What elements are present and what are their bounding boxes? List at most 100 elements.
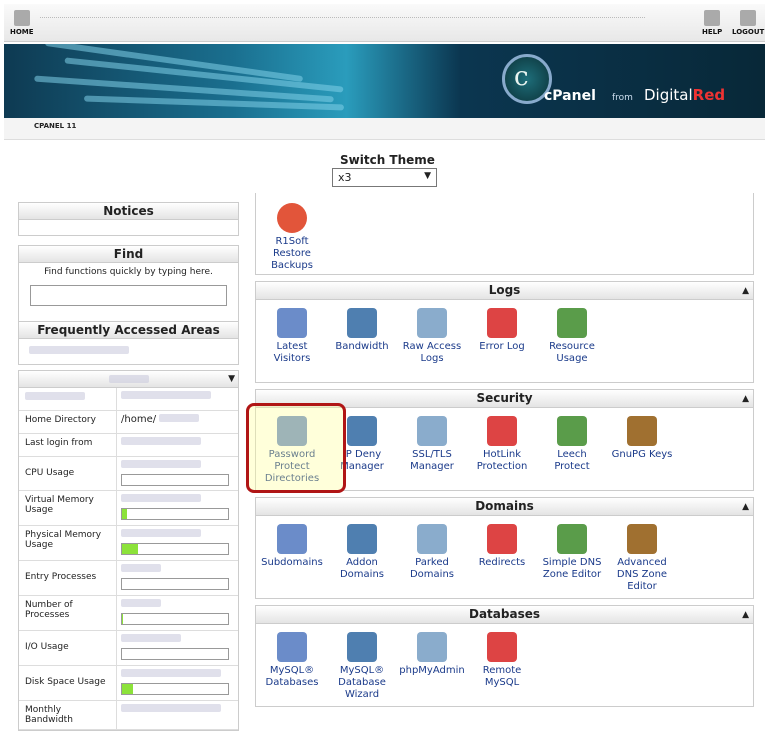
domains-item-5-icon — [627, 524, 657, 554]
databases-item-1[interactable]: MySQL® Database Wizard — [329, 632, 395, 701]
r1soft-icon — [277, 203, 307, 233]
databases-item-3[interactable]: Remote MySQL — [469, 632, 535, 689]
collapse-icon[interactable]: ▼ — [228, 371, 235, 388]
security-item-3[interactable]: HotLink Protection — [469, 416, 535, 473]
security-item-5[interactable]: GnuPG Keys — [609, 416, 675, 461]
notices-box: Notices — [18, 202, 239, 236]
databases-item-label: phpMyAdmin — [399, 665, 465, 676]
notices-title: Notices — [18, 202, 239, 220]
find-hint: Find functions quickly by typing here. — [44, 267, 213, 277]
logs-item-1-icon — [347, 308, 377, 338]
stat-row: CPU Usage — [19, 457, 238, 491]
faa-box: Frequently Accessed Areas — [18, 321, 239, 365]
find-title: Find — [18, 245, 239, 263]
security-title: Security — [476, 391, 533, 405]
security-item-label: IP Deny Manager — [340, 449, 384, 472]
domains-item-0-icon — [277, 524, 307, 554]
logs-panel: Logs ▲ Latest Visitors Bandwidth Raw Access… — [255, 281, 754, 383]
logs-item-label: Resource Usage — [549, 341, 595, 364]
top-nav: HOME HELP LOGOUT — [4, 4, 765, 42]
stat-row: Entry Processes — [19, 561, 238, 596]
domains-title: Domains — [475, 499, 534, 513]
databases-item-0-icon — [277, 632, 307, 662]
r1soft-restore-backups[interactable]: R1Soft Restore Backups — [259, 203, 325, 272]
security-item-label: GnuPG Keys — [611, 449, 673, 460]
databases-item-0[interactable]: MySQL® Databases — [259, 632, 325, 689]
logs-item-4-icon — [557, 308, 587, 338]
collapse-icon[interactable]: ▲ — [742, 283, 749, 300]
entry-bar — [121, 578, 229, 590]
pmem-bar — [121, 543, 229, 555]
security-item-label: SSL/TLS Manager — [410, 449, 454, 472]
security-item-5-icon — [627, 416, 657, 446]
logs-item-3[interactable]: Error Log — [469, 308, 535, 353]
domains-item-label: Redirects — [478, 557, 526, 568]
domains-item-3-icon — [487, 524, 517, 554]
io-bar — [121, 648, 229, 660]
logs-item-label: Latest Visitors — [273, 341, 311, 364]
logs-item-0[interactable]: Latest Visitors — [259, 308, 325, 365]
logs-item-3-icon — [487, 308, 517, 338]
domains-item-4[interactable]: Simple DNS Zone Editor — [539, 524, 605, 581]
domains-item-0[interactable]: Subdomains — [259, 524, 325, 569]
logs-item-label: Raw Access Logs — [402, 341, 462, 364]
security-item-1-icon — [347, 416, 377, 446]
logout-button[interactable]: LOGOUT — [732, 10, 764, 36]
security-item-3-icon — [487, 416, 517, 446]
databases-item-2-icon — [417, 632, 447, 662]
cpanel-logo-text: cPanel — [544, 88, 596, 104]
security-item-4[interactable]: Leech Protect — [539, 416, 605, 473]
backups-panel: R1Soft Restore Backups — [255, 193, 754, 275]
domains-item-1-icon — [347, 524, 377, 554]
databases-panel: Databases ▲ MySQL® Databases MySQL® Databa… — [255, 605, 754, 707]
domains-item-2[interactable]: Parked Domains — [399, 524, 465, 581]
collapse-icon[interactable]: ▲ — [742, 391, 749, 408]
databases-item-label: Remote MySQL — [482, 665, 522, 688]
version-label: CPANEL 11 — [34, 122, 77, 130]
blurred-link[interactable] — [29, 346, 129, 354]
find-input[interactable] — [30, 285, 227, 306]
domains-item-label: Simple DNS Zone Editor — [542, 557, 602, 580]
stat-row: I/O Usage — [19, 631, 238, 666]
security-item-2[interactable]: SSL/TLS Manager — [399, 416, 465, 473]
databases-item-2[interactable]: phpMyAdmin — [399, 632, 465, 677]
logs-item-0-icon — [277, 308, 307, 338]
domains-panel: Domains ▲ Subdomains Addon Domains Parked D… — [255, 497, 754, 599]
stat-row: Virtual Memory Usage — [19, 491, 238, 526]
logs-title: Logs — [488, 283, 521, 297]
logs-item-4[interactable]: Resource Usage — [539, 308, 605, 365]
logs-item-2-icon — [417, 308, 447, 338]
domains-item-label: Advanced DNS Zone Editor — [616, 557, 668, 592]
security-item-label: Leech Protect — [554, 449, 590, 472]
security-item-4-icon — [557, 416, 587, 446]
databases-item-label: MySQL® Database Wizard — [338, 665, 386, 700]
dropdown-arrow-icon: ▼ — [424, 171, 431, 181]
logout-icon — [740, 10, 757, 26]
logs-item-label: Bandwidth — [335, 341, 389, 352]
highlight-box — [246, 403, 346, 493]
stat-row — [19, 388, 238, 411]
home-button[interactable]: HOME — [10, 10, 34, 36]
domains-item-label: Subdomains — [261, 557, 323, 568]
help-icon — [704, 10, 721, 26]
logs-item-2[interactable]: Raw Access Logs — [399, 308, 465, 365]
domains-item-5[interactable]: Advanced DNS Zone Editor — [609, 524, 675, 593]
domains-item-3[interactable]: Redirects — [469, 524, 535, 569]
domains-item-1[interactable]: Addon Domains — [329, 524, 395, 581]
help-button[interactable]: HELP — [702, 10, 722, 36]
disk-bar — [121, 683, 229, 695]
vmem-bar — [121, 508, 229, 520]
find-box: Find Find functions quickly by typing he… — [18, 245, 239, 333]
logs-item-1[interactable]: Bandwidth — [329, 308, 395, 353]
switch-theme-label: Switch Theme — [340, 153, 435, 167]
databases-item-label: MySQL® Databases — [265, 665, 319, 688]
collapse-icon[interactable]: ▲ — [742, 499, 749, 516]
theme-select[interactable]: x3 ▼ — [332, 168, 437, 187]
home-icon — [13, 10, 30, 26]
stat-row: Last login from — [19, 434, 238, 457]
collapse-icon[interactable]: ▲ — [742, 607, 749, 624]
databases-title: Databases — [468, 607, 540, 621]
domains-item-label: Addon Domains — [339, 557, 384, 580]
domains-item-2-icon — [417, 524, 447, 554]
version-bar: CPANEL 11 — [4, 118, 765, 140]
